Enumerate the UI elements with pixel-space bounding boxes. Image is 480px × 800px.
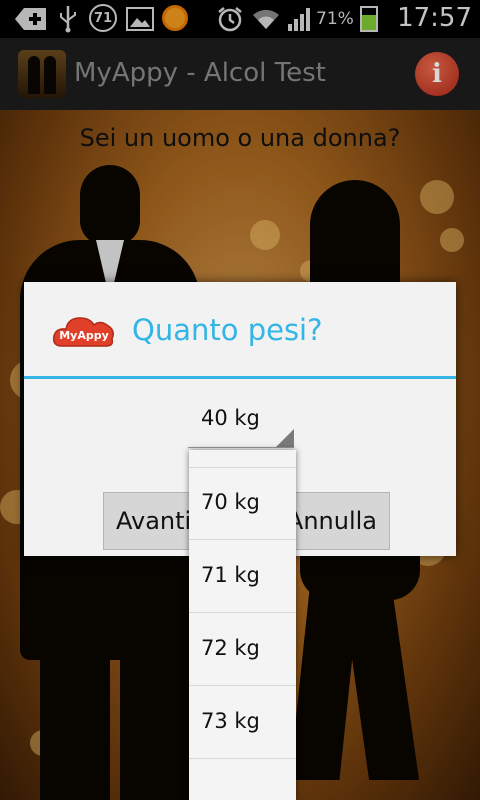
dropdown-item-partial[interactable] — [189, 450, 296, 468]
dropdown-item[interactable]: 73 kg — [189, 687, 296, 759]
dropdown-item-partial[interactable] — [189, 760, 296, 800]
weight-spinner-value: 40 kg — [201, 406, 260, 430]
dropdown-item[interactable]: 70 kg — [189, 468, 296, 540]
next-button-label: Avanti — [116, 507, 192, 535]
dropdown-item[interactable]: 72 kg — [189, 614, 296, 686]
dialog-title: Quanto pesi? — [132, 313, 323, 347]
myappy-cloud-logo-icon: MyAppy — [52, 317, 114, 347]
cancel-button-label: Annulla — [286, 507, 377, 535]
dialog-title-divider — [24, 376, 456, 379]
logo-text: MyAppy — [59, 329, 109, 342]
dropdown-item[interactable]: 71 kg — [189, 541, 296, 613]
weight-dropdown-list[interactable]: 70 kg 71 kg 72 kg 73 kg — [189, 450, 296, 800]
spinner-arrow-icon — [276, 429, 294, 447]
weight-spinner[interactable]: 40 kg — [188, 397, 294, 448]
